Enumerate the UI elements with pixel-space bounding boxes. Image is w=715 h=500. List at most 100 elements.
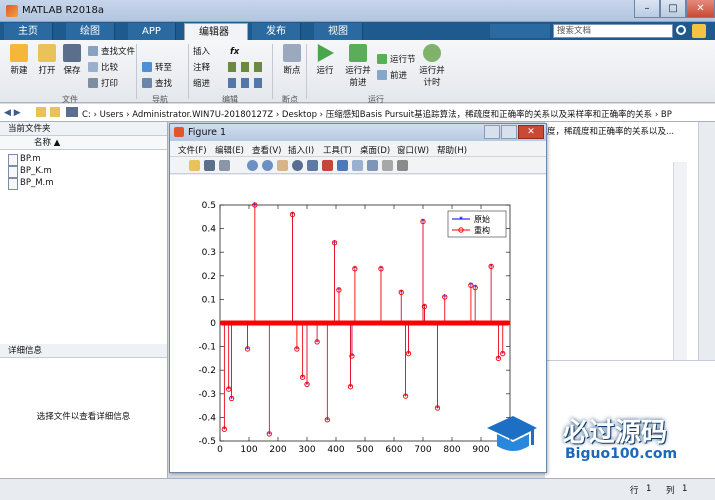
open-file-icon[interactable] — [189, 160, 200, 171]
zoom-in-icon[interactable] — [247, 160, 258, 171]
x-tick-label: 700 — [414, 445, 431, 455]
legend-icon[interactable] — [367, 160, 378, 171]
x-tick-label: 500 — [356, 445, 373, 455]
breakpoints-icon — [283, 44, 301, 62]
watermark-brand: 必过源码 — [563, 418, 668, 448]
y-tick-label: 0.4 — [202, 225, 217, 235]
current-folder-panel: 当前文件夹 名称 ▲ BP.m BP_K.m BP_M.m 详细信息 选择文件以… — [0, 122, 168, 494]
save-figure-icon[interactable] — [204, 160, 215, 171]
run-icon — [317, 44, 334, 62]
find-icon — [142, 78, 152, 88]
search-docs-input[interactable]: 搜索文档 — [553, 24, 673, 38]
compare-icon — [88, 62, 98, 72]
run-time-button[interactable]: 运行并 计时 — [414, 44, 450, 88]
colorbar-icon[interactable] — [352, 160, 363, 171]
figure-close-button[interactable]: ✕ — [518, 125, 544, 139]
indent-button[interactable]: 缩进 — [193, 78, 210, 90]
status-bar — [0, 478, 715, 500]
figure-maximize-button[interactable] — [501, 125, 517, 139]
figure-minimize-button[interactable] — [484, 125, 500, 139]
goto-button[interactable]: 转至 — [142, 62, 172, 74]
run-advance-button[interactable]: 运行并 前进 — [340, 44, 376, 88]
figure-menu-bar: 文件(F) 编辑(E) 查看(V) 插入(I) 工具(T) 桌面(D) 窗口(W… — [170, 141, 546, 157]
arrow-select-icon[interactable] — [234, 160, 243, 171]
tab-view[interactable]: 视图 — [314, 23, 363, 40]
fx-button[interactable]: fx — [230, 46, 239, 58]
tab-home[interactable]: 主页 — [4, 23, 53, 40]
file-item[interactable]: BP_M.m — [0, 177, 167, 190]
advance-button[interactable]: 前进 — [377, 70, 407, 82]
link-plot-icon[interactable] — [337, 160, 348, 171]
find-button[interactable]: 查找 — [142, 78, 172, 90]
x-tick-label: 800 — [443, 445, 460, 455]
notification-icon[interactable] — [692, 24, 706, 38]
comment-tools-icon[interactable] — [228, 62, 266, 72]
details-title: 详细信息 — [0, 344, 167, 358]
rotate-icon[interactable] — [292, 160, 303, 171]
print-figure-icon[interactable] — [219, 160, 230, 171]
save-button[interactable]: 保存 — [55, 44, 89, 76]
breakpoints-button[interactable]: 断点 — [275, 44, 309, 76]
y-tick-label: 0.5 — [202, 201, 216, 211]
x-tick-label: 200 — [269, 445, 286, 455]
y-tick-label: 0.2 — [202, 272, 216, 282]
x-tick-label: 0 — [217, 445, 223, 455]
goto-icon — [142, 62, 152, 72]
run-button[interactable]: 运行 — [308, 44, 342, 76]
save-icon — [63, 44, 81, 62]
menu-file[interactable]: 文件(F) — [178, 144, 207, 156]
menu-window[interactable]: 窗口(W) — [397, 144, 429, 156]
legend-original-label: 原始 — [474, 214, 490, 224]
col-label: 列 — [666, 486, 675, 496]
y-tick-label: 0.1 — [202, 295, 216, 305]
search-icon[interactable] — [676, 25, 686, 35]
pan-icon[interactable] — [277, 160, 288, 171]
insert-button[interactable]: 插入 — [193, 46, 210, 58]
menu-insert[interactable]: 插入(I) — [288, 144, 314, 156]
separator — [306, 44, 307, 99]
menu-view[interactable]: 查看(V) — [252, 144, 281, 156]
tab-apps[interactable]: APP — [128, 23, 176, 40]
menu-tools[interactable]: 工具(T) — [323, 144, 352, 156]
editor-tab-text[interactable]: 度，稀疏度和正确率的关系以及... — [547, 125, 687, 137]
back-forward-icon[interactable]: ◀ ▶ — [4, 108, 21, 118]
x-tick-label: 600 — [385, 445, 402, 455]
file-item[interactable]: BP.m — [0, 153, 167, 166]
run-section-icon — [377, 54, 387, 64]
menu-edit[interactable]: 编辑(E) — [215, 144, 244, 156]
maximize-button[interactable]: □ — [660, 0, 686, 18]
legend-original-marker: * — [459, 215, 463, 224]
x-tick-label: 400 — [327, 445, 344, 455]
brush-icon[interactable] — [322, 160, 333, 171]
advance-icon — [377, 70, 387, 80]
find-files-icon — [88, 46, 98, 56]
browse-folder-icon[interactable] — [50, 107, 60, 117]
menu-help[interactable]: 帮助(H) — [437, 144, 467, 156]
find-files-button[interactable]: 查找文件 — [88, 46, 135, 58]
current-path[interactable]: C: › Users › Administrator.WIN7U-2018012… — [82, 108, 707, 120]
menu-desktop[interactable]: 桌面(D) — [360, 144, 390, 156]
new-figure-icon[interactable] — [174, 160, 185, 171]
zoom-out-icon[interactable] — [262, 160, 273, 171]
comment-button[interactable]: 注释 — [193, 62, 210, 74]
folder-open-icon — [38, 44, 56, 62]
tab-plots[interactable]: 绘图 — [66, 23, 115, 40]
line-number: 1 — [646, 484, 652, 494]
figure-title: Figure 1 — [188, 127, 227, 138]
name-column-header[interactable]: 名称 ▲ — [0, 136, 167, 150]
print-button[interactable]: 打印 — [88, 78, 118, 90]
compare-button[interactable]: 比较 — [88, 62, 118, 74]
minimize-button[interactable]: – — [634, 0, 660, 18]
figure-title-bar: Figure 1 ✕ — [170, 124, 546, 141]
show-tools-icon[interactable] — [397, 160, 408, 171]
data-cursor-icon[interactable] — [307, 160, 318, 171]
indent-tools-icon[interactable] — [228, 78, 266, 88]
run-section-button[interactable]: 运行节 — [377, 54, 416, 66]
y-tick-label: -0.2 — [198, 366, 216, 376]
hide-tools-icon[interactable] — [382, 160, 393, 171]
close-button[interactable]: ✕ — [686, 0, 715, 18]
up-folder-icon[interactable] — [36, 107, 46, 117]
tab-editor[interactable]: 编辑器 — [184, 23, 248, 40]
tab-publish[interactable]: 发布 — [252, 23, 301, 40]
file-item[interactable]: BP_K.m — [0, 165, 167, 178]
